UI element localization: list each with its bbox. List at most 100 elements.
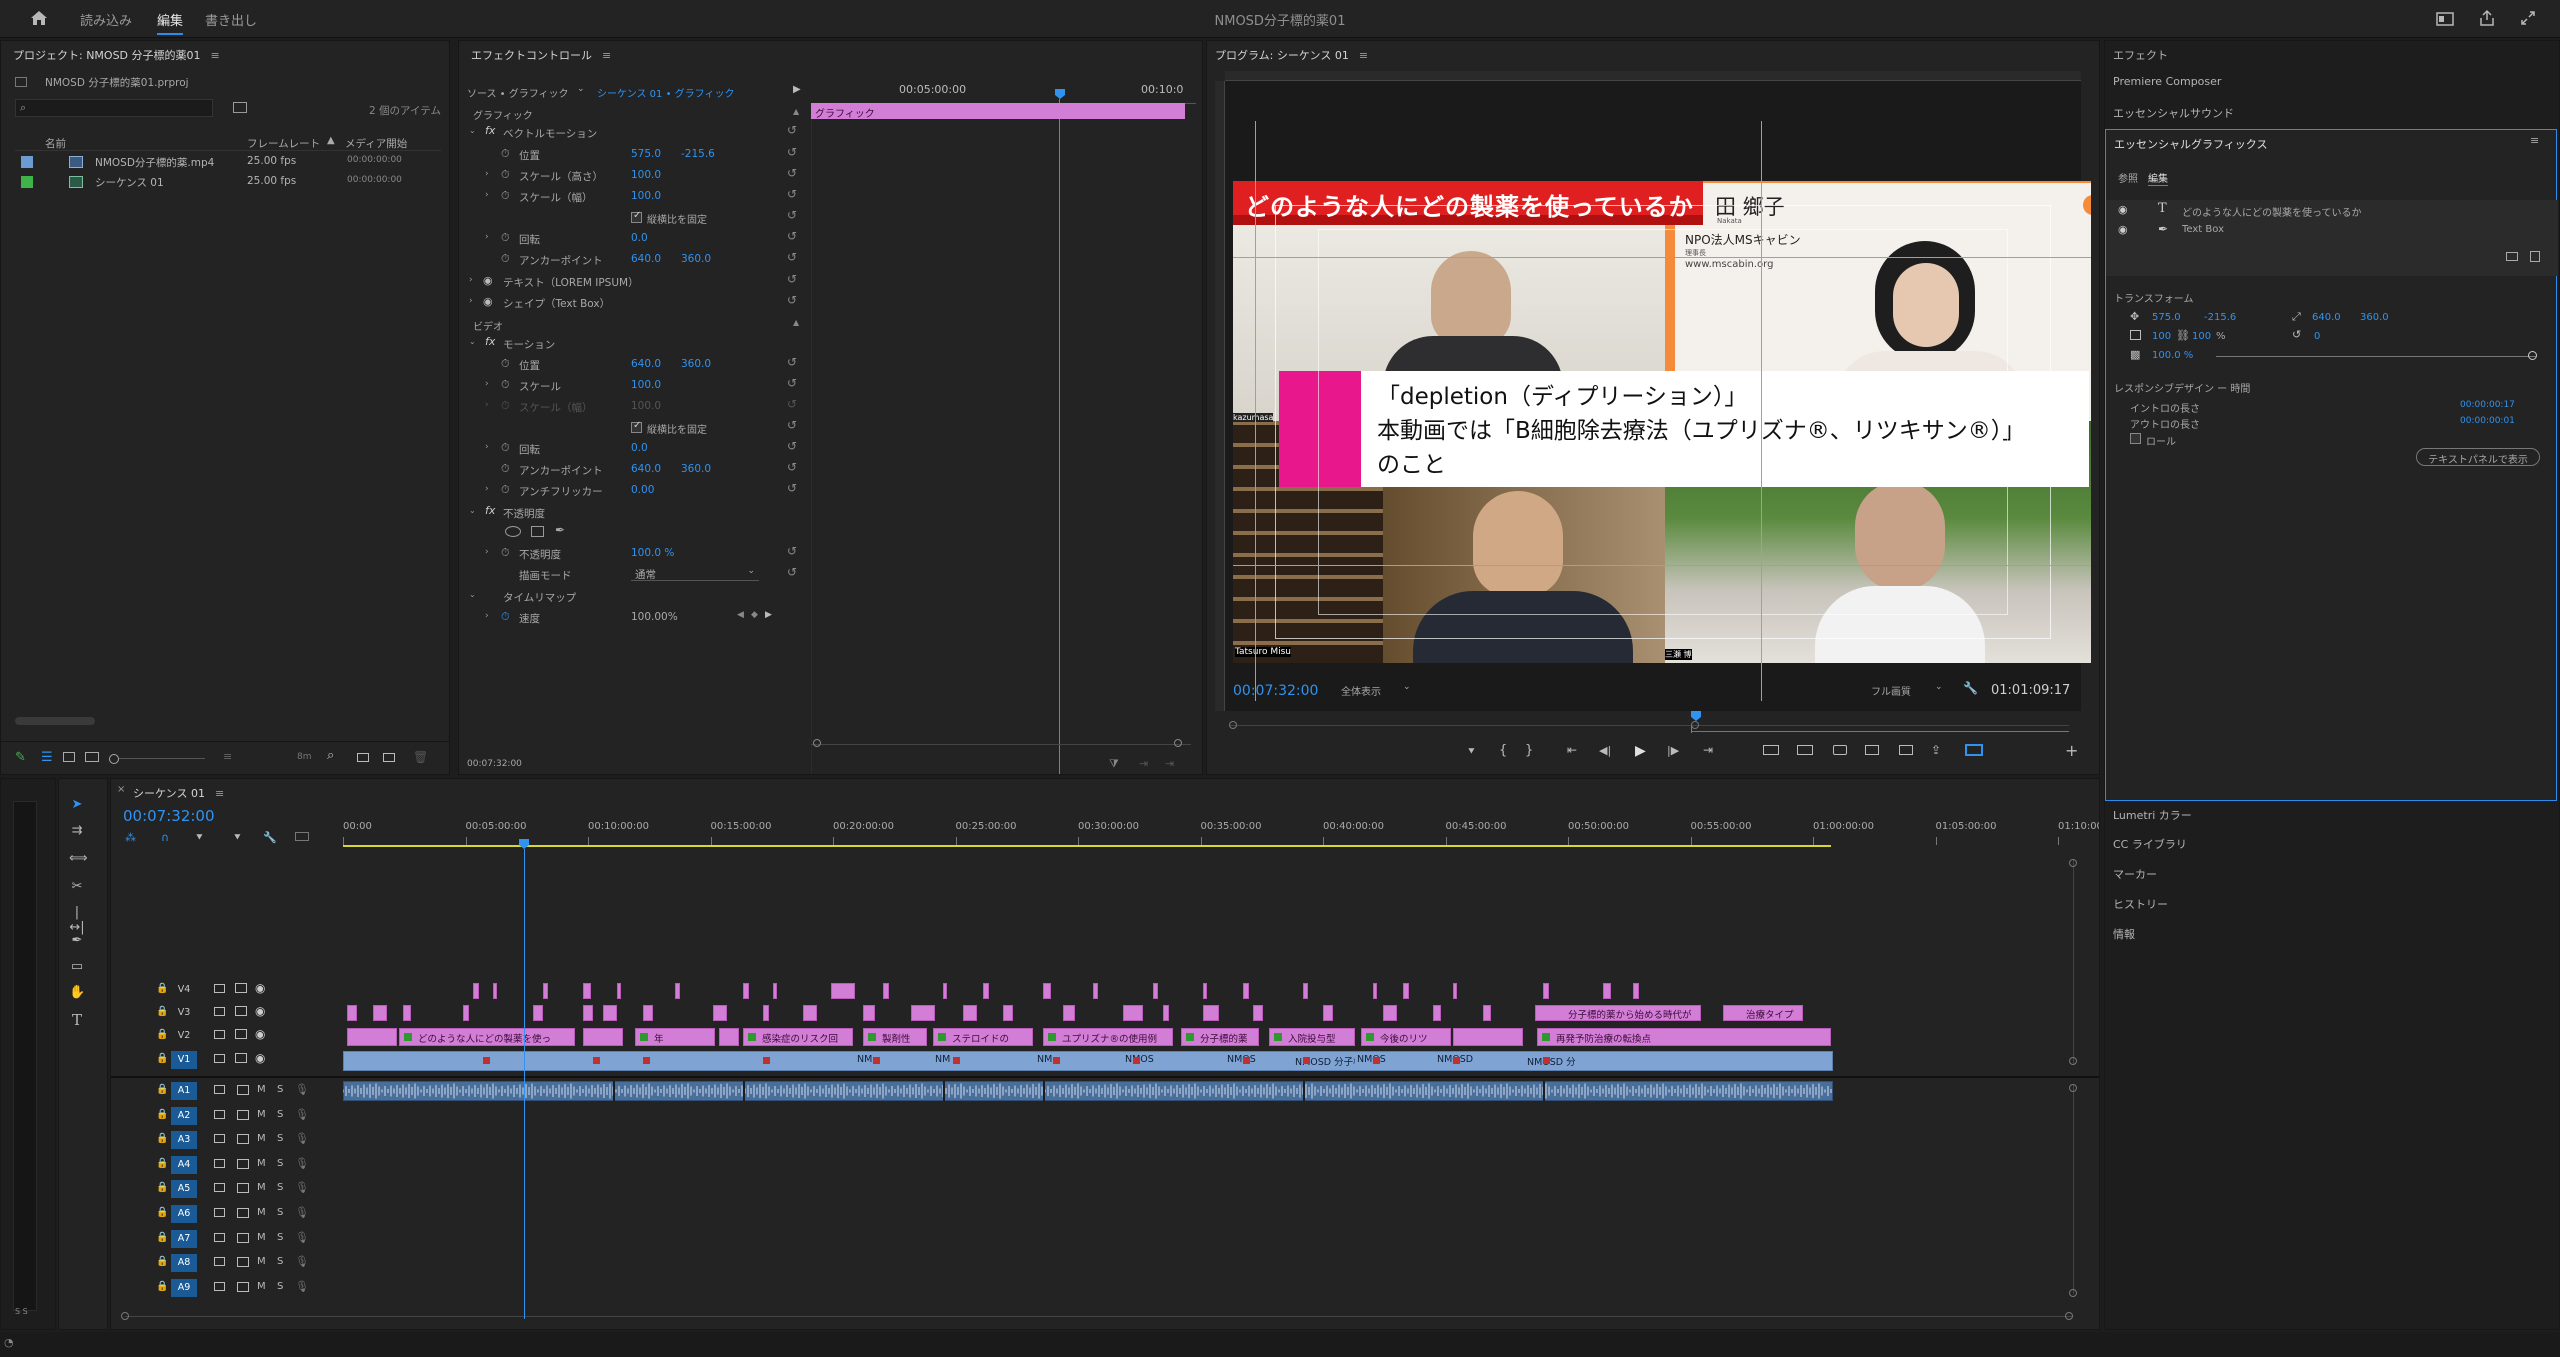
v3-clip[interactable] bbox=[713, 1005, 727, 1021]
fx-icon[interactable]: fx bbox=[485, 504, 495, 517]
new-layer-icon[interactable] bbox=[2530, 251, 2540, 262]
track-output-icon[interactable] bbox=[235, 1029, 247, 1039]
panel-lumetri[interactable]: Lumetri カラー bbox=[2113, 807, 2192, 823]
v3-clip[interactable] bbox=[911, 1005, 935, 1021]
v3-clip[interactable] bbox=[603, 1005, 617, 1021]
reset-icon[interactable]: ↺ bbox=[787, 166, 797, 180]
go-to-out-icon[interactable]: ⇥ bbox=[1703, 743, 1713, 757]
reset-icon[interactable]: ↺ bbox=[787, 293, 797, 307]
panel-menu-icon[interactable]: ≡ bbox=[211, 49, 220, 62]
sync-lock-icon[interactable] bbox=[214, 1134, 225, 1144]
stopwatch-icon[interactable]: ⏱ bbox=[501, 441, 510, 455]
rect-mask-icon[interactable] bbox=[531, 526, 544, 537]
v2-clip[interactable]: ユプリズナ®の使用例 bbox=[1043, 1028, 1173, 1046]
lock-icon[interactable]: 🔒 bbox=[156, 1281, 168, 1292]
sync-lock-icon[interactable] bbox=[214, 1158, 225, 1168]
zoom-slider[interactable] bbox=[119, 758, 205, 759]
icon-view-icon[interactable] bbox=[63, 752, 75, 762]
track-output-icon[interactable] bbox=[237, 1208, 249, 1218]
tab-edit[interactable]: 編集 bbox=[2148, 170, 2168, 186]
v1-clip[interactable]: NM bbox=[931, 1051, 971, 1071]
sync-lock-icon[interactable] bbox=[214, 1007, 225, 1016]
v3-clip[interactable]: 分子標的薬から始める時代が bbox=[1535, 1005, 1701, 1021]
v4-clip[interactable] bbox=[883, 983, 889, 999]
v3-clip[interactable] bbox=[1003, 1005, 1013, 1021]
lock-icon[interactable]: 🔒 bbox=[156, 1232, 168, 1243]
track-name[interactable]: V1 bbox=[171, 1051, 197, 1069]
stopwatch-icon[interactable]: ⏱ bbox=[501, 378, 510, 392]
v3-clip[interactable] bbox=[533, 1005, 543, 1021]
track-output-icon[interactable] bbox=[237, 1134, 249, 1145]
expand-arrow-icon[interactable]: › bbox=[469, 296, 473, 306]
v2-clip[interactable]: 年 bbox=[635, 1028, 715, 1046]
lock-icon[interactable]: 🔒 bbox=[156, 1256, 168, 1267]
zoom-range-bar[interactable] bbox=[1691, 731, 2069, 732]
project-panel-title[interactable]: プロジェクト: NMOSD 分子標的薬01 bbox=[13, 49, 201, 62]
add-marker-icon[interactable]: ⯆ bbox=[195, 831, 204, 845]
expand-arrow-icon[interactable]: ⌄ bbox=[469, 337, 476, 346]
solo-button[interactable]: S bbox=[277, 1281, 283, 1292]
audio-vscroll[interactable] bbox=[2073, 1084, 2074, 1294]
anchor-y-value[interactable]: 360.0 bbox=[681, 253, 711, 265]
project-search-input[interactable]: ⌕ bbox=[15, 99, 213, 117]
track-name[interactable]: V2 bbox=[171, 1027, 197, 1045]
v4-clip[interactable] bbox=[1303, 983, 1308, 999]
track-output-icon[interactable] bbox=[237, 1183, 249, 1194]
sync-lock-icon[interactable] bbox=[214, 1257, 225, 1267]
sort-icon[interactable]: ≡ bbox=[223, 750, 232, 763]
v3-clip[interactable] bbox=[1383, 1005, 1397, 1021]
mute-button[interactable]: M bbox=[257, 1158, 266, 1169]
opacity-slider-handle[interactable] bbox=[2528, 351, 2537, 360]
reset-icon[interactable]: ↺ bbox=[787, 187, 797, 201]
stopwatch-icon[interactable]: ⏱ bbox=[501, 357, 510, 371]
speed-value[interactable]: 100.00% bbox=[631, 611, 678, 623]
sync-lock-icon[interactable] bbox=[214, 1183, 225, 1193]
layer-item[interactable]: ◉ T どのような人にどの製薬を使っているか bbox=[2106, 200, 2558, 220]
video-vscroll[interactable] bbox=[2073, 859, 2074, 1065]
scroll-handle-left[interactable] bbox=[813, 739, 821, 747]
mic-icon[interactable]: 🎙 bbox=[295, 1280, 309, 1293]
layer-item[interactable]: ◉ ✒ Text Box bbox=[2106, 220, 2558, 240]
eg-rotation[interactable]: 0 bbox=[2314, 331, 2320, 342]
extract-icon[interactable] bbox=[1797, 745, 1813, 755]
wrench-icon[interactable]: 🔧 bbox=[1963, 681, 1978, 695]
track-output-icon[interactable] bbox=[237, 1109, 249, 1120]
v4-clip[interactable] bbox=[1603, 983, 1611, 999]
reset-icon[interactable]: ↺ bbox=[787, 460, 797, 474]
list-view-icon[interactable]: ☰ bbox=[41, 750, 53, 765]
panel-info[interactable]: 情報 bbox=[2113, 926, 2135, 942]
mic-icon[interactable]: 🎙 bbox=[295, 1132, 309, 1145]
vscroll-handle[interactable] bbox=[2069, 859, 2077, 867]
expand-arrow-icon[interactable]: › bbox=[485, 547, 489, 557]
track-a1-area[interactable] bbox=[343, 1079, 2083, 1103]
eg-pos-x[interactable]: 575.0 bbox=[2152, 312, 2181, 323]
find-icon[interactable]: ⌕ bbox=[327, 748, 334, 763]
reset-icon[interactable]: ↺ bbox=[787, 355, 797, 369]
add-keyframe-icon[interactable]: ◆ bbox=[751, 610, 758, 620]
panel-menu-icon[interactable]: ≡ bbox=[1359, 49, 1368, 62]
hscroll-handle[interactable] bbox=[2065, 1312, 2073, 1320]
pen-tool-icon[interactable]: ✒ bbox=[69, 933, 85, 949]
v4-clip[interactable] bbox=[983, 983, 989, 999]
v1-clip-strip[interactable] bbox=[343, 1051, 1833, 1071]
show-in-text-panel-button[interactable]: テキストパネルで表示 bbox=[2416, 448, 2540, 466]
v3-clip[interactable] bbox=[347, 1005, 357, 1021]
filter-icon[interactable]: ⧩ bbox=[1109, 757, 1119, 771]
lock-icon[interactable]: 🔒 bbox=[156, 1158, 168, 1169]
v4-clip[interactable] bbox=[583, 983, 591, 999]
mic-icon[interactable]: 🎙 bbox=[295, 1181, 309, 1194]
trash-icon[interactable]: 🗑 bbox=[413, 750, 428, 764]
v4-clip[interactable] bbox=[1453, 983, 1457, 999]
v3-clip[interactable] bbox=[1063, 1005, 1075, 1021]
rectangle-tool-icon[interactable]: ▭ bbox=[69, 959, 85, 975]
source-label[interactable]: ソース • グラフィック bbox=[467, 85, 569, 100]
v3-clip[interactable] bbox=[863, 1005, 875, 1021]
track-output-icon[interactable] bbox=[235, 983, 247, 993]
lock-icon[interactable]: 🔒 bbox=[156, 1109, 168, 1120]
v3-clip[interactable]: 治療タイプ bbox=[1723, 1005, 1803, 1021]
ec-footer-timecode[interactable]: 00:07:32:00 bbox=[467, 759, 522, 769]
slip-tool-icon[interactable]: |↔| bbox=[69, 905, 85, 935]
v3-clip[interactable] bbox=[1163, 1005, 1169, 1021]
eg-opacity[interactable]: 100.0 % bbox=[2152, 350, 2193, 361]
roll-checkbox[interactable] bbox=[2130, 433, 2141, 444]
